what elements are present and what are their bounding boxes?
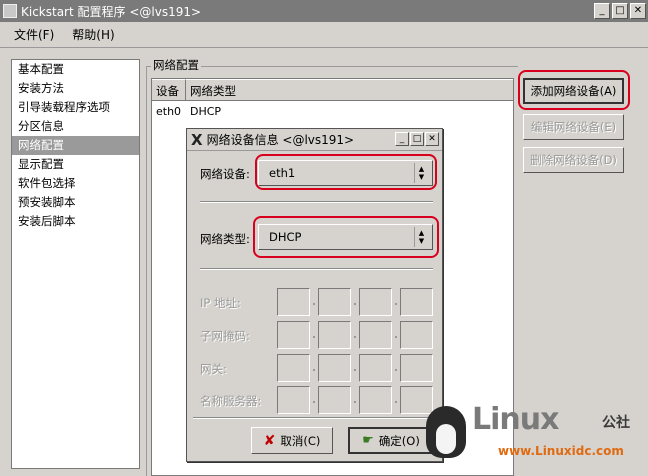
penguin-belly: [436, 424, 456, 454]
watermark-site: www.Linuxidc.com: [498, 444, 624, 458]
dialog-maximize-icon[interactable]: □: [410, 132, 424, 146]
column-header-type[interactable]: 网络类型: [186, 79, 513, 101]
device-label: 网络设备:: [200, 167, 250, 181]
dialog-minimize-icon[interactable]: _: [395, 132, 409, 146]
nameserver-octet-1[interactable]: [277, 386, 310, 414]
sidebar: 基本配置 安装方法 引导装载程序选项 分区信息 网络配置 显示配置 软件包选择 …: [11, 59, 140, 469]
type-combo[interactable]: DHCP ▲ ▼: [258, 224, 433, 250]
app-icon: [3, 4, 17, 18]
octet-separator: [395, 303, 397, 305]
menu-help[interactable]: 帮助(H): [72, 26, 114, 43]
octet-separator: [395, 369, 397, 371]
edit-network-device-button[interactable]: 编辑网络设备(E): [523, 114, 624, 140]
spin-arrows-icon: ▲ ▼: [414, 227, 428, 247]
gateway-octet-2[interactable]: [318, 354, 351, 382]
octet-separator: [354, 369, 356, 371]
nameserver-octet-3[interactable]: [359, 386, 392, 414]
cancel-button-label: 取消(C): [280, 433, 321, 448]
cell-device: eth0: [156, 105, 182, 118]
ip-address-octet-1[interactable]: [277, 288, 310, 316]
window-title: Kickstart 配置程序 <@lvs191>: [21, 4, 202, 19]
network-group-title: 网络配置: [151, 57, 201, 73]
octet-separator: [313, 336, 315, 338]
nameserver-label: 名称服务器:: [200, 394, 262, 408]
sidebar-item-basic[interactable]: 基本配置: [12, 60, 139, 79]
cell-type: DHCP: [190, 105, 222, 118]
device-combo-value: eth1: [269, 166, 296, 180]
delete-network-device-button[interactable]: 删除网络设备(D): [523, 147, 624, 173]
sidebar-item-pre-script[interactable]: 预安装脚本: [12, 193, 139, 212]
sidebar-item-bootloader[interactable]: 引导装载程序选项: [12, 98, 139, 117]
octet-separator: [354, 401, 356, 403]
octet-separator: [354, 336, 356, 338]
ok-hand-icon: ☛: [362, 433, 374, 448]
close-icon[interactable]: ✕: [630, 3, 646, 19]
sidebar-item-display[interactable]: 显示配置: [12, 155, 139, 174]
octet-separator: [313, 401, 315, 403]
divider: [200, 268, 433, 270]
divider: [200, 201, 433, 203]
sidebar-item-packages[interactable]: 软件包选择: [12, 174, 139, 193]
ip-address-octet-4[interactable]: [400, 288, 433, 316]
column-header-device[interactable]: 设备: [152, 79, 186, 101]
dialog-close-icon[interactable]: ✕: [425, 132, 439, 146]
cancel-x-icon: ✘: [263, 432, 276, 449]
device-combo[interactable]: eth1 ▲ ▼: [258, 160, 433, 186]
type-label: 网络类型:: [200, 232, 250, 246]
dialog-button-divider: [193, 417, 436, 419]
type-combo-value: DHCP: [269, 230, 302, 244]
table-header: 设备 网络类型: [152, 79, 513, 101]
ok-button-label: 确定(O): [378, 433, 420, 448]
ip-address-octet-3[interactable]: [359, 288, 392, 316]
watermark-suffix: 公社: [602, 415, 630, 431]
dialog-window-controls: _ □ ✕: [395, 132, 439, 146]
netmask-octet-2[interactable]: [318, 321, 351, 349]
octet-separator: [395, 401, 397, 403]
octet-separator: [354, 303, 356, 305]
sidebar-item-partition[interactable]: 分区信息: [12, 117, 139, 136]
dialog-titlebar: X 网络设备信息 <@lvs191> _ □ ✕: [187, 129, 442, 151]
gateway-label: 网关:: [200, 362, 227, 376]
watermark-brand: Linux: [472, 402, 559, 437]
sidebar-item-install-method[interactable]: 安装方法: [12, 79, 139, 98]
dialog-title: 网络设备信息 <@lvs191>: [206, 133, 355, 147]
window-controls: _ □ ✕: [594, 3, 646, 19]
netmask-octet-3[interactable]: [359, 321, 392, 349]
ip-address-octet-2[interactable]: [318, 288, 351, 316]
sidebar-item-post-script[interactable]: 安装后脚本: [12, 212, 139, 231]
ip-address-label: IP 地址:: [200, 296, 241, 310]
add-network-device-button[interactable]: 添加网络设备(A): [523, 78, 624, 104]
maximize-icon[interactable]: □: [612, 3, 628, 19]
network-device-dialog: X 网络设备信息 <@lvs191> _ □ ✕ 网络设备: eth1 ▲ ▼ 网…: [186, 128, 443, 462]
gateway-octet-3[interactable]: [359, 354, 392, 382]
window-titlebar: Kickstart 配置程序 <@lvs191> _ □ ✕: [0, 0, 648, 22]
gateway-octet-4[interactable]: [400, 354, 433, 382]
cancel-button[interactable]: ✘ 取消(C): [251, 427, 333, 454]
netmask-octet-4[interactable]: [400, 321, 433, 349]
octet-separator: [313, 303, 315, 305]
octet-separator: [313, 369, 315, 371]
gateway-octet-1[interactable]: [277, 354, 310, 382]
netmask-octet-1[interactable]: [277, 321, 310, 349]
octet-separator: [395, 336, 397, 338]
nameserver-octet-2[interactable]: [318, 386, 351, 414]
minimize-icon[interactable]: _: [594, 3, 610, 19]
table-row[interactable]: eth0 DHCP: [152, 101, 513, 123]
menu-file[interactable]: 文件(F): [14, 26, 54, 43]
menubar: 文件(F) 帮助(H): [0, 22, 648, 48]
netmask-label: 子网掩码:: [200, 329, 250, 343]
watermark-logo: Linux 公社 www.Linuxidc.com: [420, 400, 648, 476]
x-logo-icon: X: [191, 130, 203, 149]
sidebar-item-network[interactable]: 网络配置: [12, 136, 139, 155]
spin-arrows-icon: ▲ ▼: [414, 163, 428, 183]
